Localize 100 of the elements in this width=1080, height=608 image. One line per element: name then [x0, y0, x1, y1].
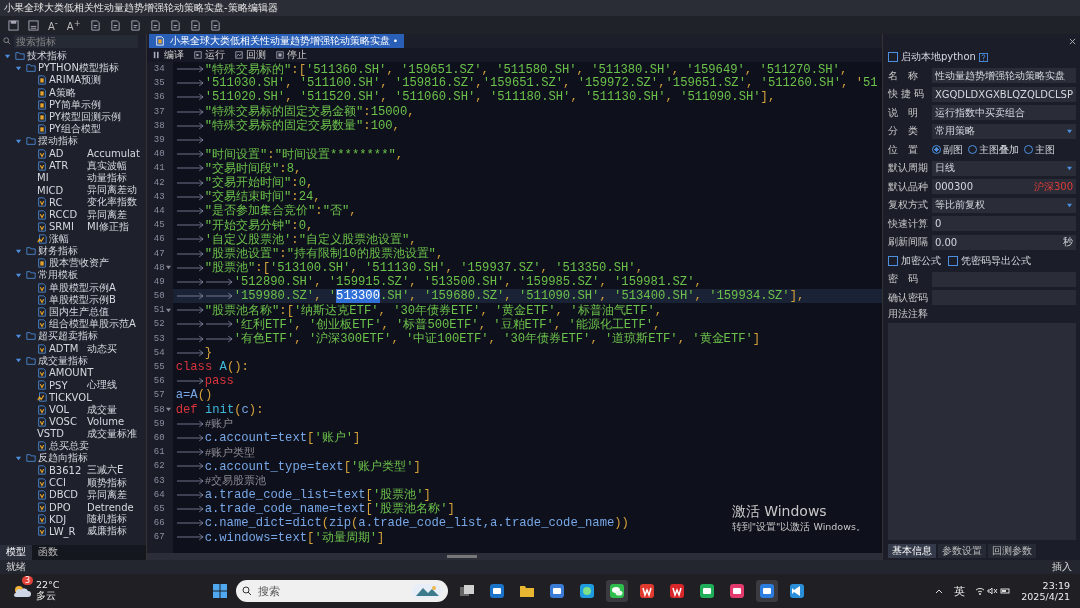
clock-date[interactable]: 2025/4/21: [1021, 591, 1070, 602]
app-icon[interactable]: [579, 583, 595, 599]
tree-item[interactable]: 财务指标: [38, 244, 78, 259]
dropdown[interactable]: 日线: [931, 160, 1076, 176]
search-field[interactable]: 搜索: [236, 580, 448, 602]
tree-item[interactable]: PSY: [49, 379, 83, 391]
document-icon[interactable]: [169, 19, 181, 31]
tree-item[interactable]: ATR: [49, 160, 83, 172]
tree-item[interactable]: KDJ: [49, 513, 83, 525]
expand-arrow-icon[interactable]: [15, 454, 22, 462]
expand-arrow-icon[interactable]: [15, 137, 22, 145]
toolbar-button[interactable]: 运行: [193, 48, 225, 62]
tree-item[interactable]: AD: [49, 148, 83, 160]
tree-item[interactable]: DBCD: [49, 489, 83, 501]
help-icon[interactable]: [978, 52, 988, 62]
app-icon[interactable]: [639, 583, 655, 599]
document-icon[interactable]: [189, 19, 201, 31]
toolbar-button[interactable]: 停止: [275, 48, 307, 62]
tree-item[interactable]: DPO: [49, 501, 83, 513]
task-view-icon[interactable]: [459, 583, 475, 599]
dropdown[interactable]: 常用策略: [931, 123, 1076, 139]
document-icon[interactable]: [149, 19, 161, 31]
tree-item[interactable]: PY模型回测示例: [49, 110, 121, 125]
fold-arrow-icon[interactable]: [166, 407, 172, 413]
document-icon[interactable]: [129, 19, 141, 31]
save-as-icon[interactable]: [28, 19, 39, 31]
toolbar-button[interactable]: 回测: [234, 48, 266, 62]
input-field[interactable]: 运行指数中买卖组合: [931, 105, 1076, 121]
tree-item[interactable]: A策略: [49, 85, 83, 100]
panel-tab[interactable]: 回测参数: [987, 544, 1036, 558]
expand-arrow-icon[interactable]: [15, 332, 22, 340]
tree-item[interactable]: 摆动指标: [38, 134, 78, 149]
tree-item[interactable]: 总买总卖: [49, 439, 89, 454]
input-field[interactable]: 性动量趋势增强轮动策略实盘: [931, 68, 1076, 84]
tree-item[interactable]: 股本营收资产: [49, 256, 109, 271]
modified-marker[interactable]: •: [392, 36, 398, 46]
input-method-indicator[interactable]: 英: [954, 583, 966, 599]
start-icon[interactable]: [212, 583, 228, 599]
dropdown[interactable]: 等比前复权: [931, 197, 1076, 213]
tree-item[interactable]: LW_R: [49, 525, 83, 537]
input-field[interactable]: XGQDLDXGXBLQZQLDCLSP: [931, 86, 1076, 102]
radio-button[interactable]: [931, 145, 941, 155]
tree-item[interactable]: RCCD: [49, 209, 83, 221]
search-field[interactable]: 搜索指标: [14, 34, 138, 48]
tree-item[interactable]: AMOUNT: [49, 367, 94, 379]
expand-arrow-icon[interactable]: [15, 247, 22, 255]
toolbar-button[interactable]: 编译: [152, 48, 184, 62]
tree-item[interactable]: PY简单示例: [49, 97, 101, 112]
expand-arrow-icon[interactable]: [15, 271, 22, 279]
tree-item[interactable]: VOL: [49, 404, 83, 416]
expand-arrow-icon[interactable]: [15, 64, 22, 72]
editor-tab[interactable]: 小果全球大类低相关性动量趋势增强轮动策略实盘 •: [148, 34, 404, 48]
tree-item[interactable]: B3612: [49, 464, 83, 476]
document-icon[interactable]: [209, 19, 221, 31]
tree-item[interactable]: 组合模型单股示范A: [49, 317, 136, 332]
panel-tab[interactable]: 模型: [0, 545, 32, 560]
panel-tab[interactable]: 参数设置: [937, 544, 986, 558]
tree-item[interactable]: 常用模板: [38, 268, 78, 283]
folder-icon[interactable]: [519, 583, 535, 599]
document-icon[interactable]: [89, 19, 101, 31]
tree-item[interactable]: 单股模型示例B: [49, 292, 116, 307]
tree-item[interactable]: RC: [49, 196, 83, 208]
checkbox[interactable]: [887, 255, 898, 266]
app-icon[interactable]: [489, 583, 505, 599]
close-icon[interactable]: [1069, 37, 1076, 45]
expand-arrow-icon[interactable]: [4, 52, 11, 60]
fold-arrow-icon[interactable]: [166, 265, 172, 271]
tree-item[interactable]: VOSC: [49, 416, 83, 428]
tree-item[interactable]: MI: [37, 172, 83, 184]
tree-item[interactable]: TICKVOL: [49, 391, 92, 403]
font-size-button[interactable]: A$^{-}$: [48, 17, 58, 33]
tree-item[interactable]: PY组合模型: [49, 122, 101, 137]
tree-item[interactable]: ARIMA预测: [49, 73, 102, 88]
input-field[interactable]: 0: [931, 216, 1076, 232]
tree-item[interactable]: 反趋向指标: [38, 451, 88, 466]
app-icon[interactable]: [549, 583, 565, 599]
app-icon[interactable]: [789, 583, 805, 599]
tree-item[interactable]: ADTM: [49, 343, 83, 355]
panel-tab[interactable]: 基本信息: [887, 544, 936, 558]
document-icon[interactable]: [109, 19, 121, 31]
tree-item[interactable]: 单股模型示例A: [49, 280, 116, 295]
expand-arrow-icon[interactable]: [15, 357, 22, 365]
tree-item[interactable]: CCI: [49, 477, 83, 489]
app-icon[interactable]: [729, 583, 745, 599]
tree-item[interactable]: 国内生产总值: [49, 305, 109, 320]
tree-item[interactable]: 技术指标: [27, 49, 67, 64]
font-size-button[interactable]: A$^{+}$: [66, 17, 81, 33]
scrollbar-thumb[interactable]: [446, 555, 477, 558]
tree-item[interactable]: PYTHON模型指标: [38, 61, 119, 76]
tree-item[interactable]: MICD: [37, 184, 83, 196]
tree-item[interactable]: SRMI: [49, 221, 83, 233]
tree-item[interactable]: 超买超卖指标: [38, 329, 98, 344]
checkbox[interactable]: [947, 255, 958, 266]
fold-arrow-icon[interactable]: [166, 307, 172, 313]
input-field[interactable]: 0.00 秒: [931, 234, 1076, 250]
tree-item[interactable]: VSTD: [37, 428, 83, 440]
chat-bubble-icon[interactable]: [609, 583, 625, 599]
app-icon[interactable]: [669, 583, 685, 599]
tree-item[interactable]: 成交量指标: [38, 353, 88, 368]
app-icon[interactable]: [699, 583, 715, 599]
